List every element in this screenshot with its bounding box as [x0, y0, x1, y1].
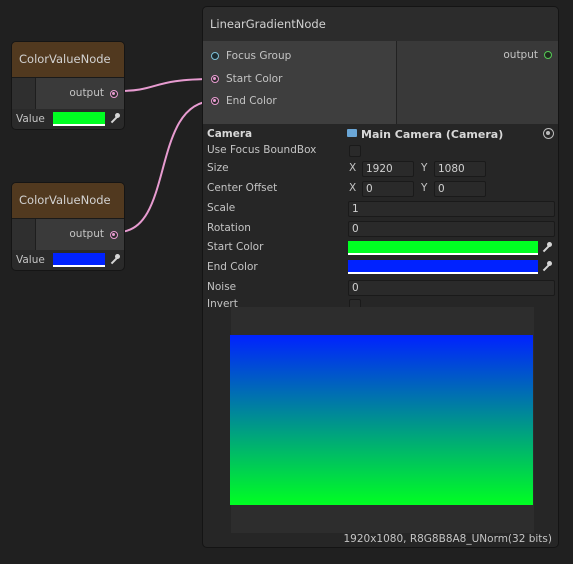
color-swatch[interactable] — [53, 253, 105, 267]
camera-icon — [347, 129, 357, 137]
scale-field[interactable]: 1 — [348, 201, 555, 217]
rotation-field[interactable]: 0 — [348, 221, 555, 237]
input-ports: Focus Group Start Color End Color — [203, 41, 397, 124]
size-y-label: Y — [421, 162, 428, 174]
end-color-swatch[interactable] — [348, 260, 538, 274]
size-y-field[interactable]: 1080 — [434, 161, 486, 177]
value-label: Value — [16, 113, 45, 125]
object-picker-icon[interactable] — [543, 128, 554, 139]
size-label: Size — [207, 162, 229, 174]
noise-label: Noise — [207, 281, 237, 293]
node-title[interactable]: ColorValueNode — [12, 183, 124, 218]
input-label: Start Color — [226, 73, 283, 85]
input-focus-group[interactable]: Focus Group — [203, 46, 397, 68]
center-y-label: Y — [421, 182, 428, 194]
input-label: End Color — [226, 95, 277, 107]
camera-field[interactable]: Main Camera (Camera) — [361, 128, 503, 141]
output-port[interactable] — [544, 51, 552, 59]
ports-area: Focus Group Start Color End Color output — [203, 41, 558, 124]
start-color-swatch[interactable] — [348, 241, 538, 255]
camera-label: Camera — [207, 128, 253, 140]
camera-row: Camera Main Camera (Camera) — [203, 124, 558, 144]
center-offset-label: Center Offset — [207, 182, 278, 194]
start-color-label: Start Color — [207, 241, 264, 253]
focus-group-port[interactable] — [211, 52, 219, 60]
start-color-port[interactable] — [211, 75, 219, 83]
size-x-field[interactable]: 1920 — [362, 161, 414, 177]
output-label: output — [503, 49, 538, 61]
end-color-port[interactable] — [211, 97, 219, 105]
output-port[interactable] — [110, 231, 118, 239]
use-focus-checkbox[interactable] — [349, 145, 361, 157]
size-x-label: X — [349, 162, 357, 174]
output-row: output — [12, 77, 124, 109]
eyedropper-icon[interactable] — [109, 113, 121, 125]
end-color-label: End Color — [207, 261, 258, 273]
input-end-color[interactable]: End Color — [203, 91, 397, 113]
eyedropper-icon[interactable] — [541, 261, 553, 273]
input-label: Focus Group — [226, 50, 292, 62]
center-y-field[interactable]: 0 — [434, 181, 486, 197]
color-value-node-2[interactable]: ColorValueNode output Value — [11, 182, 125, 271]
color-value-node-1[interactable]: ColorValueNode output Value — [11, 41, 125, 130]
noise-field[interactable]: 0 — [348, 280, 555, 296]
use-focus-label: Use Focus BoundBox — [207, 144, 317, 156]
input-start-color[interactable]: Start Color — [203, 69, 397, 91]
wire-end-color — [117, 100, 215, 233]
node-title[interactable]: ColorValueNode — [12, 42, 124, 77]
output-label: output — [69, 87, 104, 99]
center-x-field[interactable]: 0 — [362, 181, 414, 197]
output-row: output — [12, 218, 124, 250]
scale-label: Scale — [207, 202, 236, 214]
value-label: Value — [16, 254, 45, 266]
output-port[interactable] — [110, 90, 118, 98]
output-label: output — [69, 228, 104, 240]
value-row: Value — [12, 109, 124, 129]
node-title[interactable]: LinearGradientNode — [203, 7, 558, 41]
gradient-preview — [230, 335, 533, 505]
linear-gradient-node[interactable]: LinearGradientNode Focus Group Start Col… — [202, 6, 559, 548]
color-swatch[interactable] — [53, 112, 105, 126]
preview-info: 1920x1080, R8G8B8A8_UNorm(32 bits) — [343, 533, 552, 545]
eyedropper-icon[interactable] — [109, 254, 121, 266]
center-x-label: X — [349, 182, 357, 194]
wire-start-color — [117, 78, 215, 92]
rotation-label: Rotation — [207, 222, 251, 234]
value-row: Value — [12, 250, 124, 270]
eyedropper-icon[interactable] — [541, 242, 553, 254]
